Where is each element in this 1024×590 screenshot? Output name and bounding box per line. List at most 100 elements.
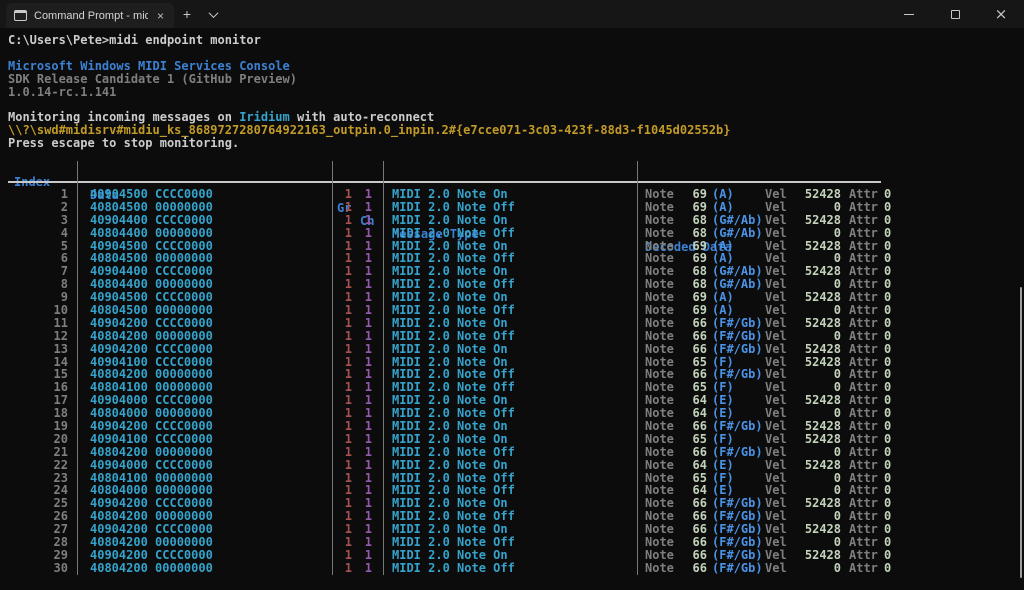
decoded-note-number: 66 (674, 549, 707, 562)
decoded-note-number: 66 (674, 562, 707, 575)
table-body: 140904500 CCCC000011MIDI 2.0 Note OnNote… (0, 188, 1024, 575)
tab-dropdown-button[interactable] (200, 0, 226, 28)
row-channel: 1 (356, 343, 372, 356)
tab-command-prompt[interactable]: Command Prompt - midi end × (6, 3, 174, 28)
row-channel: 1 (356, 459, 372, 472)
row-data-words: 40904100 CCCC0000 (90, 433, 213, 446)
decoded-velocity-label: Vel (765, 317, 787, 330)
decoded-velocity-label: Vel (765, 214, 787, 227)
decoded-attribute-value: 0 (884, 459, 891, 472)
decoded-note-number: 65 (674, 433, 707, 446)
row-message-type: MIDI 2.0 Note On (392, 188, 508, 201)
row-decoded-data: Note64(E)Vel52428Attr0 (645, 459, 891, 472)
row-index: 13 (0, 343, 68, 356)
decoded-note-name: (A) (712, 188, 765, 201)
decoded-velocity-label: Vel (765, 433, 787, 446)
decoded-velocity-value: 0 (787, 368, 841, 381)
row-channel: 1 (356, 446, 372, 459)
table-row: 1940904200 CCCC000011MIDI 2.0 Note OnNot… (0, 420, 1024, 433)
row-decoded-data: Note68(G#/Ab)Vel0Attr0 (645, 227, 891, 240)
decoded-note-label: Note (645, 227, 674, 240)
table-row: 1040804500 0000000011MIDI 2.0 Note OffNo… (0, 304, 1024, 317)
row-group: 1 (330, 201, 352, 214)
terminal-window: Command Prompt - midi end × + × C:\Users… (0, 0, 1024, 590)
console-output: C:\Users\Pete>midi endpoint monitor Micr… (8, 34, 1024, 150)
row-index: 1 (0, 188, 68, 201)
row-data-words: 40904500 CCCC0000 (90, 188, 213, 201)
new-tab-button[interactable]: + (174, 0, 200, 28)
table-row: 1340904200 CCCC000011MIDI 2.0 Note OnNot… (0, 343, 1024, 356)
decoded-attribute-value: 0 (884, 214, 891, 227)
decoded-note-number: 68 (674, 214, 707, 227)
prompt-line: C:\Users\Pete>midi endpoint monitor (8, 34, 1024, 47)
decoded-velocity-value: 0 (787, 330, 841, 343)
row-index: 11 (0, 317, 68, 330)
row-index: 6 (0, 252, 68, 265)
row-channel: 1 (356, 420, 372, 433)
decoded-attribute-label: Attr (849, 459, 878, 472)
row-data-words: 40804200 00000000 (90, 446, 213, 459)
maximize-button[interactable] (932, 0, 978, 28)
decoded-attribute-value: 0 (884, 227, 891, 240)
table-row: 2940904200 CCCC000011MIDI 2.0 Note OnNot… (0, 549, 1024, 562)
row-message-type: MIDI 2.0 Note Off (392, 227, 515, 240)
decoded-attribute-value: 0 (884, 562, 891, 575)
row-index: 10 (0, 304, 68, 317)
row-index: 3 (0, 214, 68, 227)
row-group: 1 (330, 433, 352, 446)
decoded-note-name: (F#/Gb) (712, 420, 765, 433)
decoded-velocity-value: 52428 (787, 420, 841, 433)
decoded-note-name: (F) (712, 433, 765, 446)
row-index: 4 (0, 227, 68, 240)
titlebar: Command Prompt - midi end × + × (0, 0, 1024, 28)
decoded-velocity-label: Vel (765, 227, 787, 240)
decoded-velocity-label: Vel (765, 549, 787, 562)
decoded-velocity-value: 0 (787, 227, 841, 240)
row-data-words: 40904200 CCCC0000 (90, 317, 213, 330)
row-group: 1 (330, 549, 352, 562)
row-decoded-data: Note66(F#/Gb)Vel52428Attr0 (645, 343, 891, 356)
close-button[interactable]: × (978, 0, 1024, 28)
row-group: 1 (330, 330, 352, 343)
decoded-velocity-value: 52428 (787, 459, 841, 472)
decoded-note-label: Note (645, 330, 674, 343)
decoded-attribute-value: 0 (884, 330, 891, 343)
decoded-velocity-label: Vel (765, 343, 787, 356)
row-group: 1 (330, 214, 352, 227)
minimize-button[interactable] (886, 0, 932, 28)
row-index: 20 (0, 433, 68, 446)
titlebar-drag-region[interactable] (226, 0, 886, 28)
table-row: 440804400 0000000011MIDI 2.0 Note OffNot… (0, 227, 1024, 240)
decoded-velocity-value: 52428 (787, 433, 841, 446)
row-index: 5 (0, 240, 68, 253)
row-message-type: MIDI 2.0 Note On (392, 214, 508, 227)
row-channel: 1 (356, 317, 372, 330)
decoded-note-number: 69 (674, 188, 707, 201)
monitoring-suffix: with auto-reconnect (290, 110, 435, 124)
row-decoded-data: Note69(A)Vel52428Attr0 (645, 188, 891, 201)
terminal-screen[interactable]: C:\Users\Pete>midi endpoint monitor Micr… (0, 28, 1024, 590)
decoded-note-label: Note (645, 562, 674, 575)
row-group: 1 (330, 188, 352, 201)
row-message-type: MIDI 2.0 Note On (392, 317, 508, 330)
tab-close-icon[interactable]: × (155, 10, 166, 22)
decoded-note-name: (F#/Gb) (712, 446, 765, 459)
row-data-words: 40904200 CCCC0000 (90, 343, 213, 356)
decoded-note-name: (F#/Gb) (712, 317, 765, 330)
decoded-attribute-label: Attr (849, 549, 878, 562)
scrollbar-thumb[interactable] (1020, 287, 1022, 578)
table-row: 2040904100 CCCC000011MIDI 2.0 Note OnNot… (0, 433, 1024, 446)
row-channel: 1 (356, 330, 372, 343)
row-channel: 1 (356, 214, 372, 227)
decoded-note-name: (A) (712, 201, 765, 214)
decoded-note-number: 66 (674, 330, 707, 343)
row-decoded-data: Note69(A)Vel0Attr0 (645, 304, 891, 317)
decoded-attribute-label: Attr (849, 201, 878, 214)
table-row: 240804500 0000000011MIDI 2.0 Note OffNot… (0, 201, 1024, 214)
decoded-note-number: 69 (674, 201, 707, 214)
decoded-note-label: Note (645, 420, 674, 433)
decoded-velocity-label: Vel (765, 459, 787, 472)
decoded-velocity-value: 52428 (787, 188, 841, 201)
decoded-note-number: 66 (674, 420, 707, 433)
decoded-attribute-value: 0 (884, 446, 891, 459)
